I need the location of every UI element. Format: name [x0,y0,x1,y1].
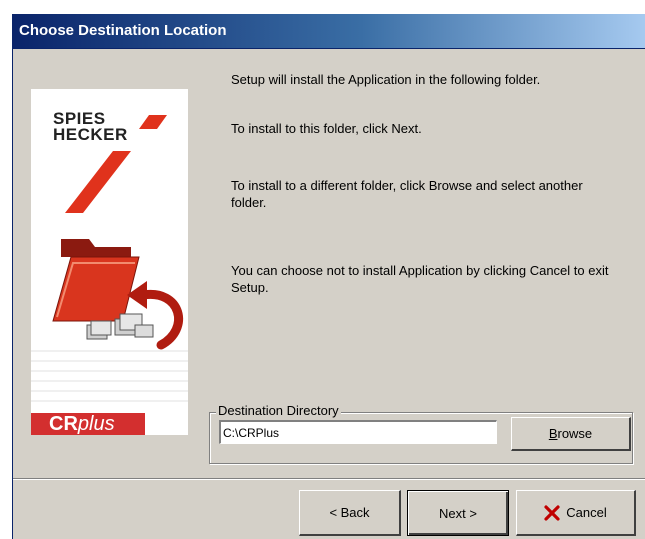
button-separator [13,478,645,480]
browse-accel: B [548,426,558,441]
setup-window: Choose Destination Location SPIES HECKER [12,14,645,539]
crplus-logo: CRplus [31,413,145,435]
folder-icon [52,239,140,322]
next-button[interactable]: Next > [407,490,509,536]
brand-graphics [31,115,188,402]
instruction-line1: Setup will install the Application in th… [231,72,541,87]
instruction-line3: To install to a different folder, click … [231,178,583,210]
red-x-icon [544,504,560,521]
instruction-line2: To install to this folder, click Next. [231,121,422,136]
browse-label: rowse [557,426,593,441]
crplus-plus: plus [77,413,115,435]
browse-button[interactable]: Browse [511,417,631,451]
crplus-cr: CR [49,413,78,435]
back-button[interactable]: < Back [299,490,401,536]
logo-slash-large [65,151,131,213]
window-title: Choose Destination Location [19,22,227,39]
title-bar: Choose Destination Location [13,14,645,49]
cancel-label: Cancel [566,505,607,520]
back-label: < Back [329,505,370,520]
destination-group-label: Destination Directory [216,403,341,418]
destination-path-field[interactable] [219,420,497,444]
next-label: Next > [439,505,477,521]
logo-slash-small [139,115,167,129]
cancel-button[interactable]: Cancel [516,490,636,536]
background-texture [31,350,188,402]
instruction-line4: You can choose not to install Applicatio… [231,263,609,295]
branding-panel: SPIES HECKER CRplus [31,89,188,435]
